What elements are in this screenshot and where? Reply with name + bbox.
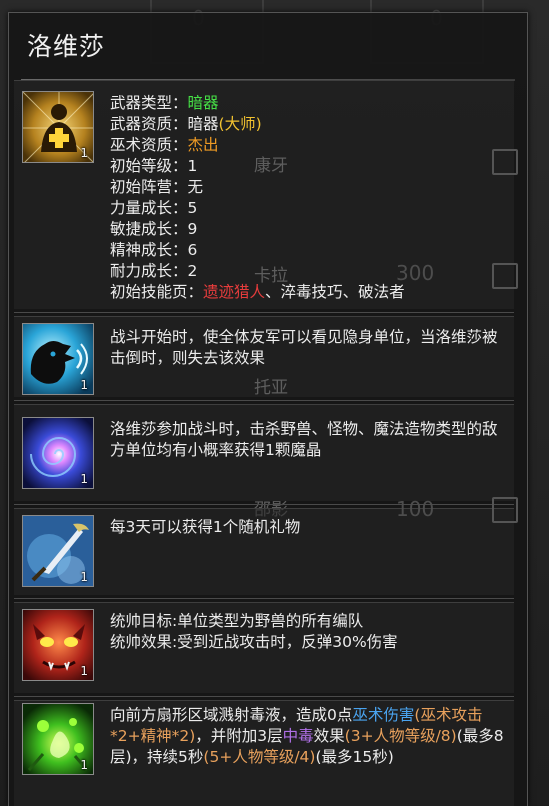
stat-spirit-growth: 精神成长：6 — [110, 241, 198, 259]
stat-agility-growth: 敏捷成长：9 — [110, 220, 198, 238]
ability-venom-spray: 1 向前方扇形区域溅射毒液，造成0点巫术伤害(巫术攻击*2+精神*2)，并附加3… — [14, 700, 514, 806]
hero-class-icon: 1 — [22, 91, 94, 163]
section-divider — [14, 504, 514, 505]
venom-splash-icon: 1 — [22, 703, 94, 775]
section-divider — [14, 598, 514, 599]
hero-stats-section: 康牙 卡拉 300 1 武器类型：暗器 武器资质：暗器(大师) 巫术资质：杰出 … — [14, 80, 518, 309]
stat-sorcery-aptitude: 巫术资质：杰出 — [110, 136, 219, 154]
stat-weapon-type: 武器类型：暗器 — [110, 94, 219, 112]
ability-description: 战斗开始时，使全体友军可以看见隐身单位，当洛维莎被击倒时，则失去该效果 — [110, 328, 498, 367]
hero-stat-list: 武器类型：暗器 武器资质：暗器(大师) 巫术资质：杰出 初始等级：1 初始阵营：… — [110, 93, 504, 303]
stat-endurance-growth: 耐力成长：2 — [110, 262, 198, 280]
stat-initial-level: 初始等级：1 — [110, 157, 198, 175]
icon-level: 1 — [80, 378, 88, 392]
ability-description: 向前方扇形区域溅射毒液，造成0点巫术伤害(巫术攻击*2+精神*2)，并附加3层中… — [110, 706, 504, 766]
icon-level: 1 — [80, 472, 88, 486]
icon-level: 1 — [80, 664, 88, 678]
beast-face-icon: 1 — [22, 609, 94, 681]
section-divider — [14, 400, 514, 401]
icon-level: 1 — [80, 146, 88, 160]
icon-level: 1 — [80, 758, 88, 772]
icon-level: 1 — [80, 570, 88, 584]
command-target: 统帅目标:单位类型为野兽的所有编队 — [110, 612, 364, 630]
stat-initial-faction: 初始阵营：无 — [110, 178, 204, 196]
section-divider — [14, 312, 514, 313]
command-effect: 统帅效果:受到近战攻击时，反弹30%伤害 — [110, 633, 398, 651]
section-divider — [14, 696, 514, 697]
gift-blade-icon: 1 — [22, 515, 94, 587]
ability-magic-crystal: 邵影 1 洛维莎参加战斗时，击杀野兽、怪物、魔法造物类型的敌方单位均有小概率获得… — [14, 404, 514, 520]
background-hero-name: 托亚 — [254, 378, 288, 398]
ability-command: 1 统帅目标:单位类型为野兽的所有编队 统帅效果:受到近战攻击时，反弹30%伤害 — [14, 602, 514, 693]
stat-initial-skill-page: 初始技能页：遗迹猎人、淬毒技巧、破法者 — [110, 283, 405, 301]
ability-random-gift: 100 1 每3天可以获得1个随机礼物 — [14, 497, 518, 595]
panther-roar-icon: 1 — [22, 323, 94, 395]
ability-description: 每3天可以获得1个随机礼物 — [110, 518, 301, 536]
ability-description: 统帅目标:单位类型为野兽的所有编队 统帅效果:受到近战攻击时，反弹30%伤害 — [110, 611, 504, 653]
ability-stealth-detect: 托亚 1 战斗开始时，使全体友军可以看见隐身单位，当洛维莎被击倒时，则失去该效果 — [14, 316, 514, 398]
hero-name: 洛维莎 — [27, 32, 106, 61]
vortex-icon: 1 — [22, 417, 94, 489]
stat-weapon-aptitude: 武器资质：暗器(大师) — [110, 115, 262, 133]
ability-description: 洛维莎参加战斗时，击杀野兽、怪物、魔法造物类型的敌方单位均有小概率获得1颗魔晶 — [110, 420, 498, 459]
stat-strength-growth: 力量成长：5 — [110, 199, 198, 217]
